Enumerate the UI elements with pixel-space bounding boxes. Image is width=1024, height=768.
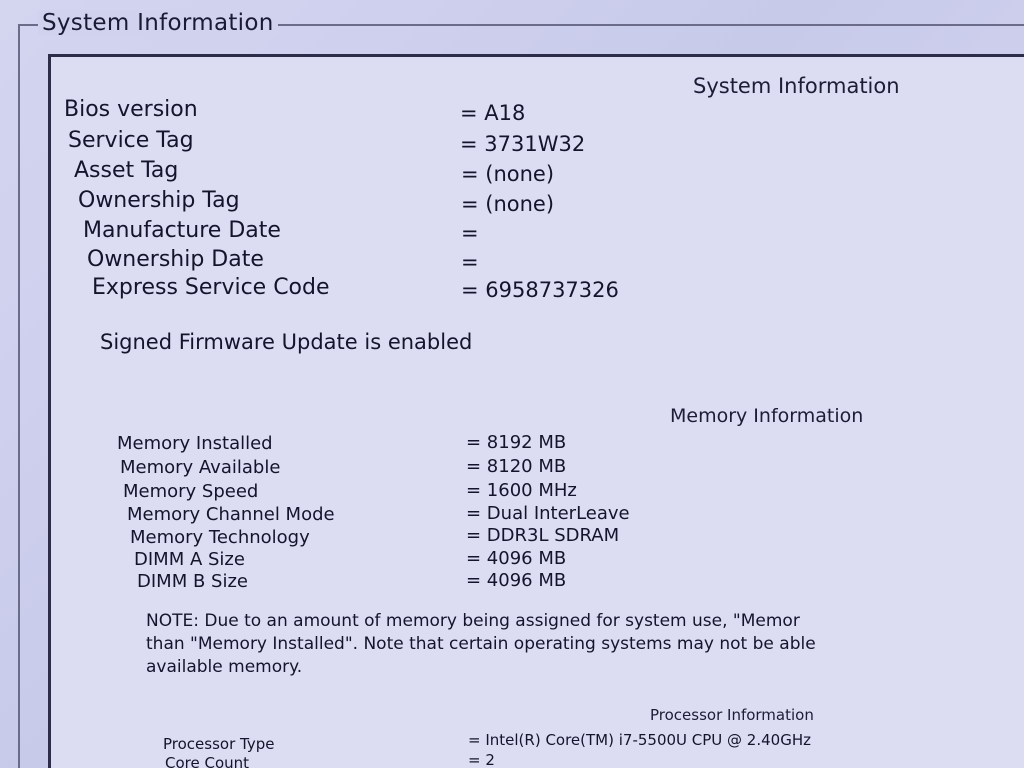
row-value-dimm-b-size: = 4096 MB (466, 570, 567, 591)
memory-note-line-3: available memory. (146, 657, 303, 677)
row-value-memory-channel-mode: = Dual InterLeave (466, 503, 630, 524)
row-label-bios-version: Bios version (64, 97, 198, 122)
row-label-processor-type: Processor Type (163, 735, 275, 753)
row-value-express-service-code: = 6958737326 (461, 278, 619, 302)
row-value-bios-version: = A18 (460, 101, 526, 125)
memory-note: NOTE: Due to an amount of memory being a… (146, 610, 816, 679)
row-label-service-tag: Service Tag (68, 128, 194, 153)
row-label-dimm-b-size: DIMM B Size (137, 571, 248, 592)
row-value-core-count: = 2 (468, 751, 495, 768)
row-value-memory-available: = 8120 MB (466, 456, 567, 477)
row-label-ownership-date: Ownership Date (87, 247, 264, 272)
row-label-memory-available: Memory Available (120, 457, 281, 478)
row-label-ownership-tag: Ownership Tag (78, 188, 240, 213)
row-value-dimm-a-size: = 4096 MB (466, 548, 567, 569)
memory-info-heading: Memory Information (670, 405, 864, 427)
row-label-memory-technology: Memory Technology (130, 527, 310, 548)
system-info-heading: System Information (693, 74, 900, 98)
row-label-dimm-a-size: DIMM A Size (134, 549, 245, 570)
row-value-service-tag: = 3731W32 (460, 132, 586, 156)
firmware-status-text: Signed Firmware Update is enabled (100, 330, 473, 354)
processor-info-heading: Processor Information (650, 706, 814, 724)
memory-note-line-2: than "Memory Installed". Note that certa… (146, 634, 816, 654)
row-label-express-service-code: Express Service Code (92, 275, 330, 300)
memory-note-line-1: NOTE: Due to an amount of memory being a… (146, 611, 800, 631)
row-label-memory-installed: Memory Installed (117, 433, 273, 454)
row-value-ownership-date: = (461, 250, 479, 274)
row-label-core-count: Core Count (165, 754, 250, 768)
row-label-memory-speed: Memory Speed (123, 481, 259, 502)
row-value-memory-technology: = DDR3L SDRAM (466, 525, 620, 546)
row-value-asset-tag: = (none) (461, 162, 555, 186)
bios-screen: System Information System Information Bi… (0, 0, 1024, 768)
row-label-memory-channel-mode: Memory Channel Mode (127, 504, 335, 525)
row-value-manufacture-date: = (461, 221, 479, 245)
group-title: System Information (38, 10, 278, 36)
row-label-manufacture-date: Manufacture Date (83, 218, 281, 243)
row-value-ownership-tag: = (none) (461, 192, 555, 216)
row-value-memory-installed: = 8192 MB (466, 432, 567, 453)
row-label-asset-tag: Asset Tag (74, 158, 179, 183)
row-value-processor-type: = Intel(R) Core(TM) i7-5500U CPU @ 2.40G… (468, 731, 811, 749)
row-value-memory-speed: = 1600 MHz (466, 480, 577, 501)
